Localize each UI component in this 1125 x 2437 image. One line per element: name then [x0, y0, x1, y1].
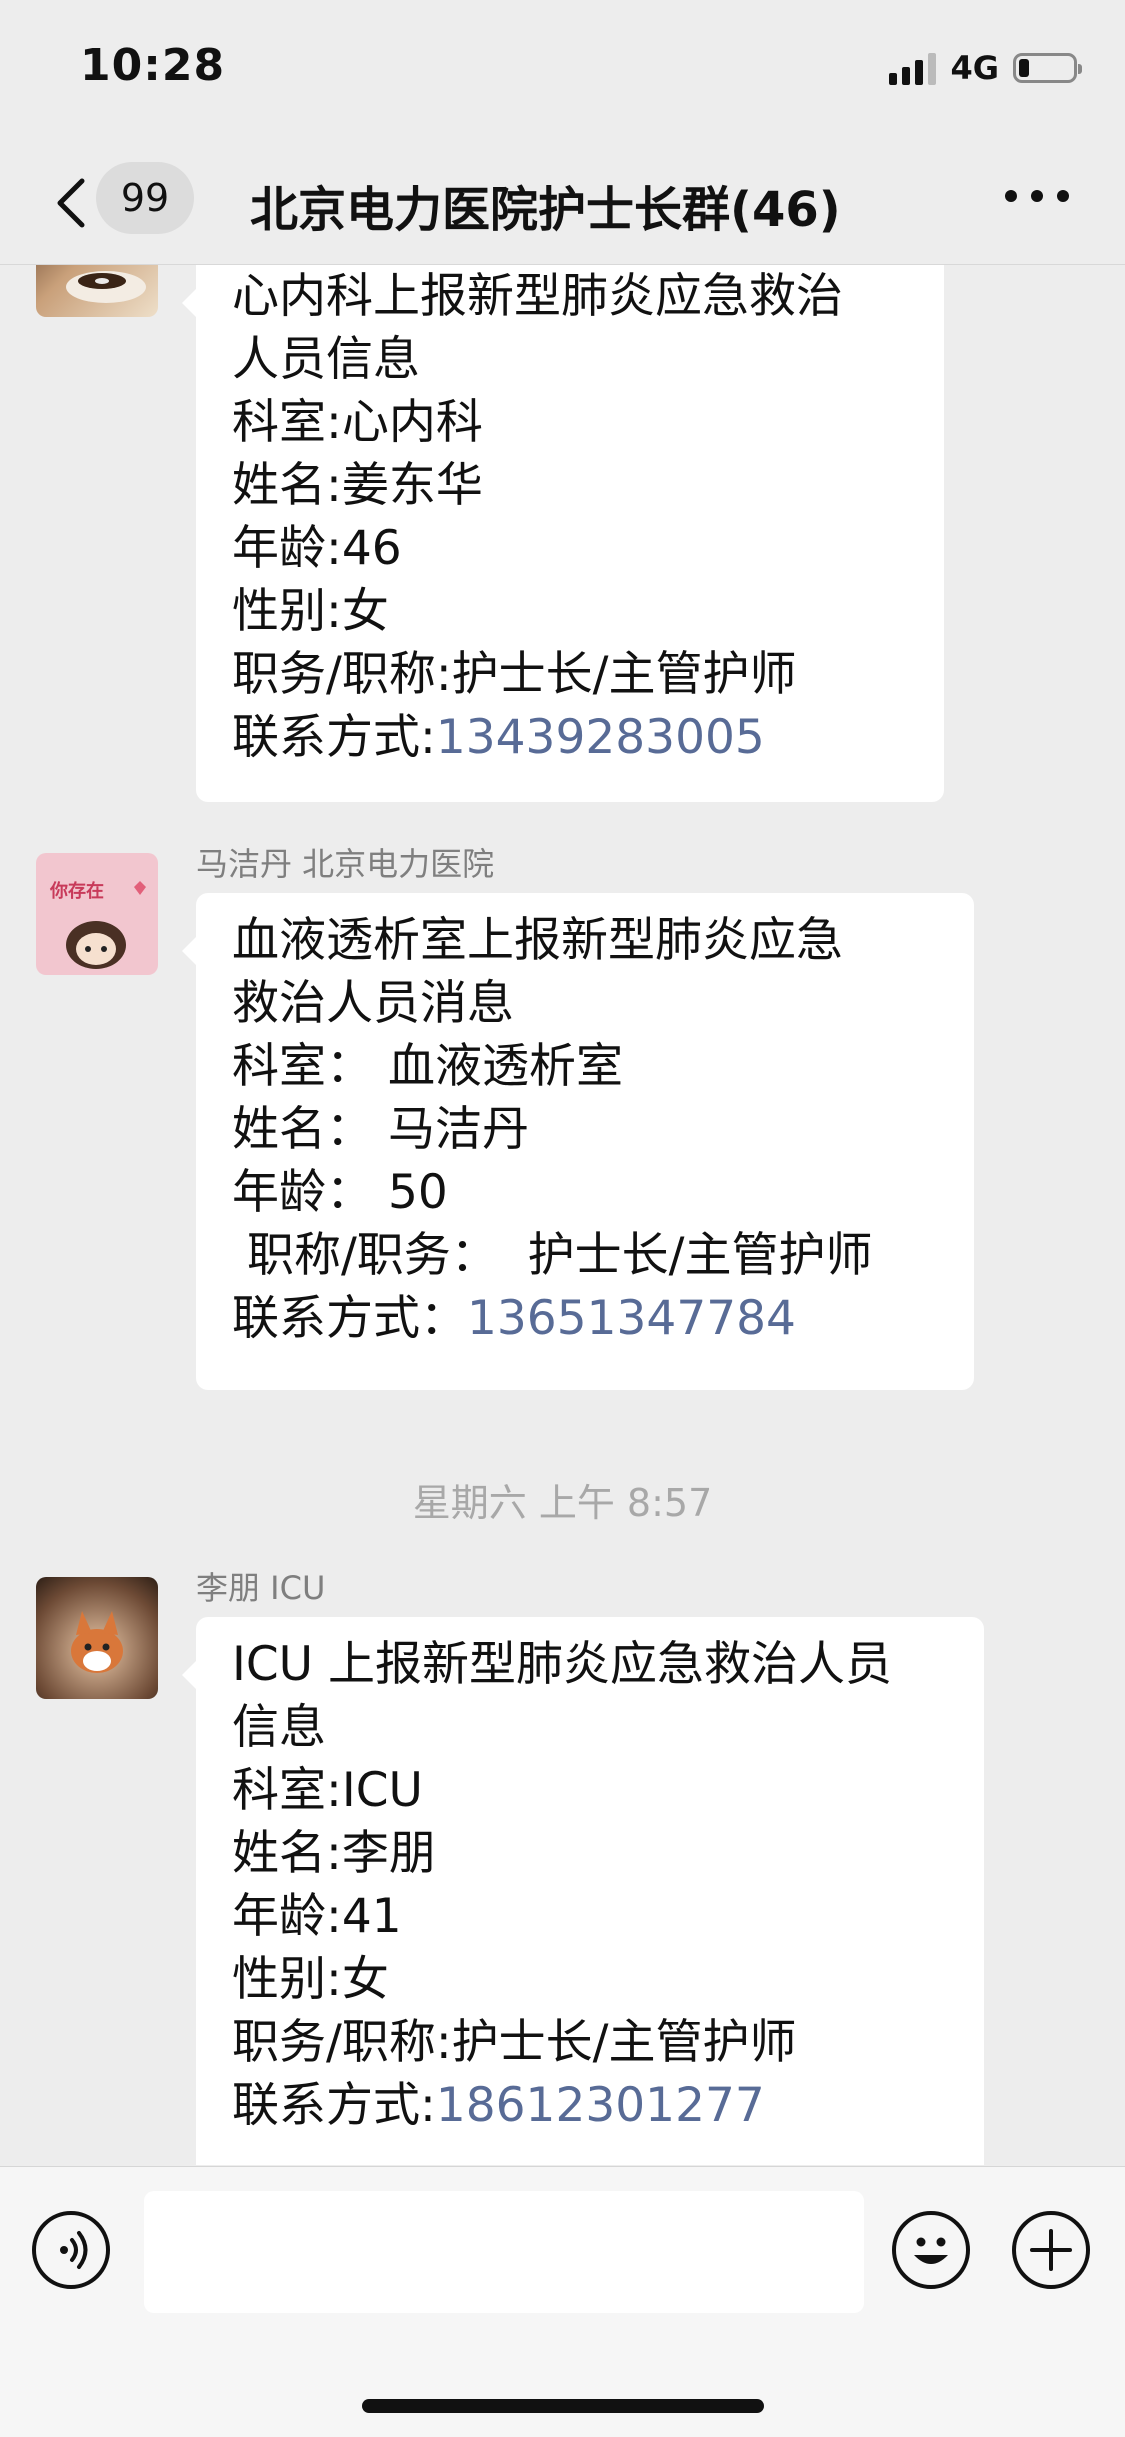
phone-link[interactable]: 18612301277: [436, 2078, 765, 2133]
voice-button[interactable]: [32, 2211, 110, 2289]
home-indicator[interactable]: [362, 2399, 764, 2413]
message-line: 救治人员消息: [232, 976, 514, 1031]
status-indicators: 4G: [889, 48, 1082, 88]
message-line: 性别:女: [232, 584, 389, 639]
phone-link[interactable]: 13651347784: [467, 1291, 796, 1346]
battery-icon: [1013, 53, 1082, 83]
message-line: 信息: [232, 1700, 326, 1755]
message-line: 年龄:46: [232, 521, 402, 576]
contact-line: 联系方式：13651347784: [232, 1287, 938, 1350]
unread-count-badge[interactable]: 99: [96, 162, 194, 234]
contact-line: 联系方式:13439283005: [232, 706, 908, 769]
avatar[interactable]: [36, 265, 158, 317]
message-line: 性别:女: [232, 1952, 389, 2007]
message-line: 心内科上报新型肺炎应急救治: [232, 269, 843, 324]
coffee-cup-icon: [66, 271, 146, 303]
message-line: 姓名:李朋: [232, 1826, 436, 1881]
message-bubble[interactable]: ICU 上报新型肺炎应急救治人员 信息 科室:ICU 姓名:李朋 年龄:41 性…: [182, 1617, 984, 2165]
contact-line: 联系方式:18612301277: [232, 2074, 948, 2137]
contact-label: 联系方式：: [232, 1291, 467, 1346]
avatar[interactable]: 你存在: [36, 853, 158, 975]
message-list[interactable]: 心内科上报新型肺炎应急救治 人员信息 科室:心内科 姓名:姜东华 年龄:46 性…: [0, 265, 1125, 2165]
message-line: 血液透析室上报新型肺炎应急: [232, 913, 843, 968]
voice-icon: [60, 2231, 88, 2269]
emoji-button[interactable]: [892, 2211, 970, 2289]
message-line: 姓名:姜东华: [232, 458, 483, 513]
message-line: 职务/职称:护士长/主管护师: [232, 2015, 797, 2070]
avatar-text: 你存在: [49, 880, 104, 902]
contact-label: 联系方式:: [232, 710, 436, 765]
message-line: 科室:ICU: [232, 1763, 423, 1818]
battery-level: [1019, 59, 1029, 77]
message-line: 姓名： 马洁丹: [232, 1102, 529, 1157]
contact-label: 联系方式:: [232, 2078, 436, 2133]
sender-name: 马洁丹 北京电力医院: [196, 845, 495, 883]
message-input[interactable]: [144, 2191, 864, 2313]
emoji-icon: [914, 2237, 948, 2264]
message-line: 年龄:41: [232, 1889, 402, 1944]
message-line: ICU 上报新型肺炎应急救治人员: [232, 1637, 893, 1692]
network-type: 4G: [950, 49, 999, 87]
status-time: 10:28: [80, 40, 226, 91]
chat-title[interactable]: 北京电力医院护士长群(46): [250, 170, 841, 240]
message-line: 职务/职称:护士长/主管护师: [232, 647, 797, 702]
chevron-left-icon[interactable]: [48, 175, 98, 231]
phone-link[interactable]: 13439283005: [436, 710, 765, 765]
message-bubble[interactable]: 血液透析室上报新型肺炎应急 救治人员消息 科室： 血液透析室 姓名： 马洁丹 年…: [182, 893, 974, 1390]
plus-icon: [1030, 2229, 1072, 2271]
status-bar: 10:28 4G: [0, 0, 1125, 140]
message-line: 人员信息: [232, 332, 420, 387]
message-timestamp: 星期六 上午 8:57: [412, 1481, 713, 1525]
message-line: 科室： 血液透析室: [232, 1039, 623, 1094]
fox-cub-icon: [71, 1611, 123, 1673]
message-line: 职称/职务： 护士长/主管护师: [232, 1228, 873, 1283]
nav-bar: 99 北京电力医院护士长群(46): [0, 140, 1125, 265]
message-line: 年龄： 50: [232, 1165, 448, 1220]
sender-name: 李朋 ICU: [196, 1569, 326, 1607]
avatar[interactable]: [36, 1577, 158, 1699]
plus-button[interactable]: [1012, 2211, 1090, 2289]
signal-icon: [889, 51, 937, 85]
message-line: 科室:心内科: [232, 395, 483, 450]
message-bubble[interactable]: 心内科上报新型肺炎应急救治 人员信息 科室:心内科 姓名:姜东华 年龄:46 性…: [182, 265, 944, 802]
more-dots-icon[interactable]: [1005, 190, 1069, 202]
input-bar: [0, 2166, 1125, 2437]
cartoon-girl-icon: 你存在: [49, 880, 146, 969]
